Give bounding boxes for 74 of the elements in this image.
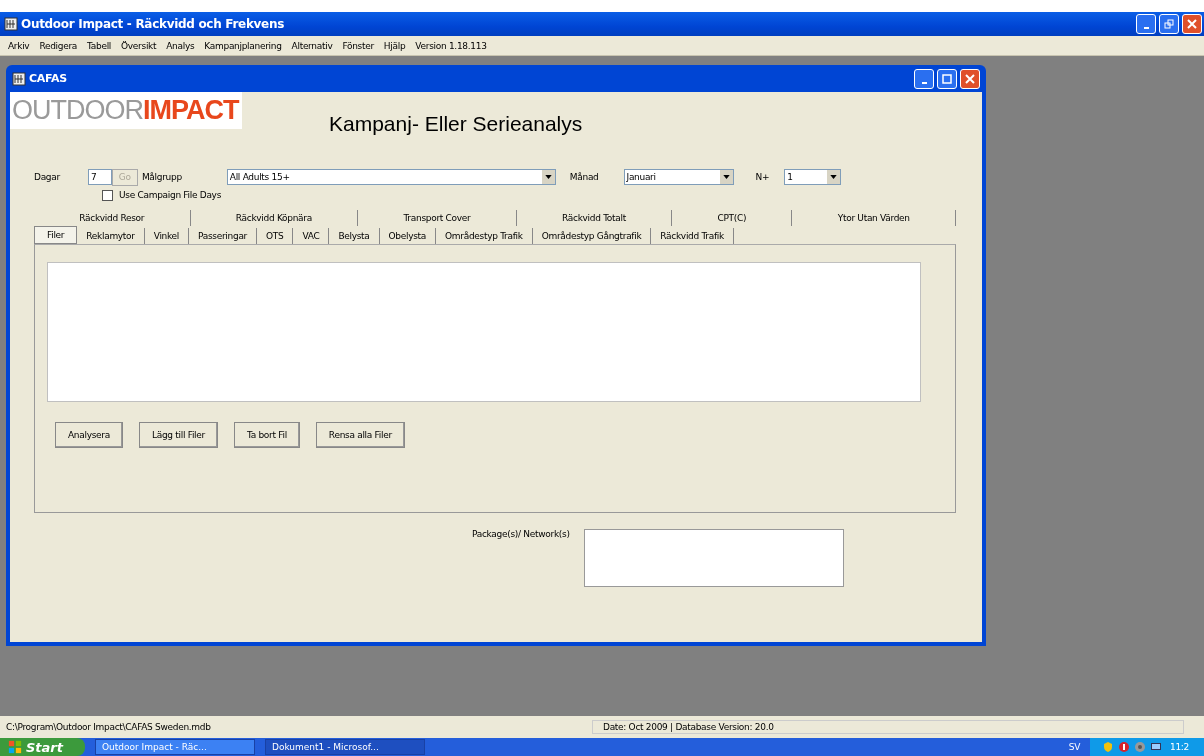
menu-item[interactable]: Redigera: [39, 40, 78, 51]
tab[interactable]: Passeringar: [189, 228, 257, 244]
minimize-icon: [1143, 27, 1149, 29]
status-info: Date: Oct 2009 | Database Version: 20.0: [592, 720, 1184, 734]
tab[interactable]: Obelysta: [379, 228, 437, 244]
target-group-dropdown[interactable]: All Adults 15+: [226, 169, 556, 185]
close-icon: [965, 73, 975, 84]
tab[interactable]: Räckvidd Totalt: [516, 210, 673, 226]
package-list[interactable]: [583, 529, 844, 587]
start-button[interactable]: Start: [0, 738, 85, 756]
action-button[interactable]: Ta bort Fil: [233, 422, 300, 448]
app-icon: [12, 71, 26, 86]
action-button[interactable]: Rensa alla Filer: [315, 422, 405, 448]
minimize-button[interactable]: [1136, 14, 1156, 34]
month-dropdown[interactable]: Januari: [623, 169, 734, 185]
minimize-icon: [921, 81, 927, 84]
field-label: Dagar: [34, 172, 60, 182]
taskbar-button[interactable]: Outdoor Impact - Räc...: [95, 739, 255, 755]
tab[interactable]: Vinkel: [144, 228, 189, 244]
tab[interactable]: Områdestyp Trafik: [436, 228, 533, 244]
field-label: Package(s)/ Network(s): [472, 529, 570, 541]
menu-item[interactable]: Arkiv: [8, 40, 30, 51]
language-indicator[interactable]: SV: [1068, 742, 1080, 752]
status-path: C:\Program\Outdoor Impact\CAFAS Sweden.mdb: [5, 722, 212, 732]
app-icon: [4, 17, 18, 31]
tab[interactable]: Räckvidd Köpnära: [190, 210, 359, 226]
menu-item[interactable]: Version 1.18.113: [415, 40, 487, 51]
tab[interactable]: Räckvidd Trafik: [651, 228, 734, 244]
close-button[interactable]: [1182, 14, 1202, 34]
menu-item[interactable]: Tabell: [87, 40, 112, 51]
maximize-icon: [942, 73, 952, 84]
field-label: N+: [755, 172, 770, 182]
checkbox[interactable]: [102, 189, 113, 201]
windows-logo-icon: [8, 740, 22, 754]
menu-item[interactable]: Analys: [166, 40, 195, 51]
action-button[interactable]: Analysera: [55, 422, 123, 448]
days-field[interactable]: 7: [87, 169, 112, 185]
network-icon[interactable]: [1150, 741, 1162, 753]
minimize-button[interactable]: [914, 68, 934, 89]
speaker-icon[interactable]: [1134, 741, 1146, 753]
field-label: Målgrupp: [141, 172, 182, 182]
tab[interactable]: CPT(C): [672, 210, 793, 226]
caret-icon: [830, 175, 838, 179]
clock: 11:2: [1170, 742, 1189, 752]
close-icon: [1187, 19, 1197, 29]
taskbar-button[interactable]: Dokument1 - Microsof...: [265, 739, 425, 755]
close-button[interactable]: [960, 68, 980, 89]
logo-wordmark: OUTDOORIMPACT: [10, 92, 242, 129]
heading: Kampanj- Eller Serieanalys: [329, 112, 583, 137]
restore-button[interactable]: [1159, 14, 1179, 34]
maximize-button[interactable]: [937, 68, 957, 89]
window-title: CAFAS: [29, 72, 67, 85]
caret-icon: [544, 175, 552, 179]
field-label: Månad: [569, 172, 599, 182]
menu-item[interactable]: Hjälp: [383, 40, 406, 51]
tab[interactable]: VAC: [293, 228, 330, 244]
tab[interactable]: Områdestyp Gångtrafik: [532, 228, 652, 244]
checkbox-label: Use Campaign File Days: [119, 190, 222, 200]
tab[interactable]: OTS: [257, 228, 294, 244]
caret-icon: [722, 175, 730, 179]
tab[interactable]: Ytor Utan Värden: [792, 210, 956, 226]
action-button[interactable]: Lägg till Filer: [138, 422, 218, 448]
tab[interactable]: Belysta: [329, 228, 380, 244]
alert-icon[interactable]: [1118, 741, 1130, 753]
menu-item[interactable]: Alternativ: [291, 40, 333, 51]
tab[interactable]: Filer: [34, 226, 78, 244]
frequency-dropdown[interactable]: 1: [784, 169, 842, 185]
menu-item[interactable]: Översikt: [121, 40, 157, 51]
menu-item[interactable]: Fönster: [342, 40, 374, 51]
restore-icon: [1164, 19, 1174, 29]
menu-item[interactable]: Kampanjplanering: [204, 40, 282, 51]
tab[interactable]: Reklamytor: [77, 228, 145, 244]
window-title: Outdoor Impact - Räckvidd och Frekvens: [21, 17, 284, 31]
tab[interactable]: Transport Cover: [358, 210, 517, 226]
